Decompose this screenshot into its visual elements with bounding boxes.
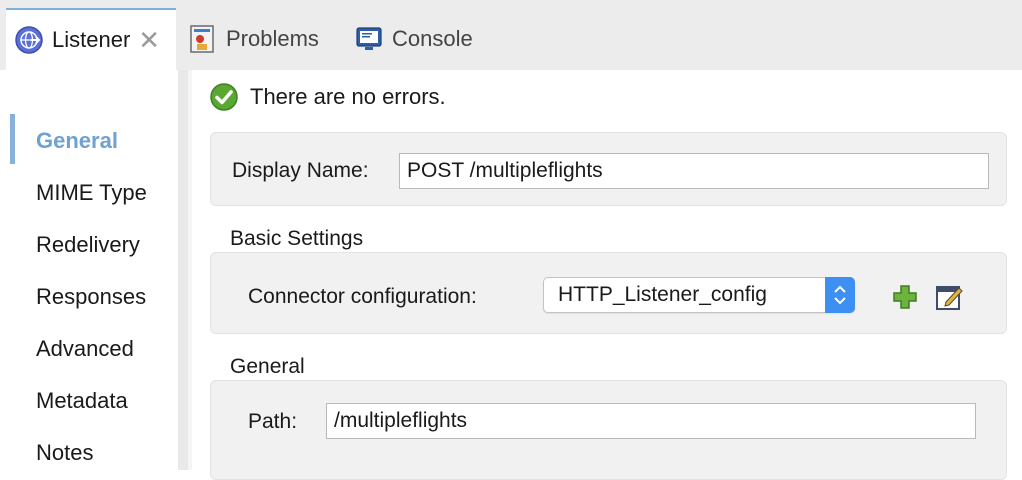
display-name-input[interactable]: [399, 153, 989, 189]
connector-configuration-value: HTTP_Listener_config: [558, 283, 767, 306]
sidebar-item-notes[interactable]: Notes: [36, 440, 93, 466]
editor-tab-bar: Listener ✕ Problems Console: [0, 0, 1022, 70]
tab-listener[interactable]: Listener ✕: [6, 8, 176, 70]
check-circle-icon: [209, 82, 239, 112]
connector-configuration-label: Connector configuration:: [248, 285, 477, 308]
general-section-title: General: [230, 355, 305, 378]
sidebar-active-marker: [10, 114, 15, 164]
sidebar-item-responses[interactable]: Responses: [36, 284, 146, 310]
sidebar-item-metadata[interactable]: Metadata: [36, 388, 128, 414]
basic-settings-title: Basic Settings: [230, 227, 364, 250]
close-icon[interactable]: ✕: [138, 27, 160, 53]
problems-icon: [188, 24, 218, 54]
sidebar-item-advanced[interactable]: Advanced: [36, 336, 134, 362]
tab-console[interactable]: Console: [354, 8, 473, 70]
connector-configuration-select[interactable]: HTTP_Listener_config: [543, 277, 855, 313]
tab-problems[interactable]: Problems: [188, 8, 319, 70]
sidebar-divider[interactable]: [178, 70, 188, 470]
tab-problems-label: Problems: [226, 26, 319, 51]
path-label: Path:: [248, 410, 298, 433]
chevron-updown-icon[interactable]: [825, 277, 855, 313]
console-monitor-icon: [354, 24, 384, 54]
display-name-label: Display Name:: [232, 159, 369, 182]
sidebar-item-general[interactable]: General: [36, 128, 118, 154]
sidebar-divider-shade: [188, 70, 192, 470]
path-input[interactable]: [326, 403, 976, 439]
tab-console-label: Console: [392, 26, 473, 51]
listener-globe-icon: [14, 25, 44, 55]
edit-icon[interactable]: [935, 282, 963, 310]
status-message: There are no errors.: [250, 84, 446, 109]
sidebar-item-redelivery[interactable]: Redelivery: [36, 232, 140, 258]
validation-status: There are no errors.: [209, 82, 446, 112]
plus-icon[interactable]: [891, 283, 919, 311]
sidebar-item-mime-type[interactable]: MIME Type: [36, 180, 147, 206]
tab-listener-label: Listener: [52, 27, 131, 52]
